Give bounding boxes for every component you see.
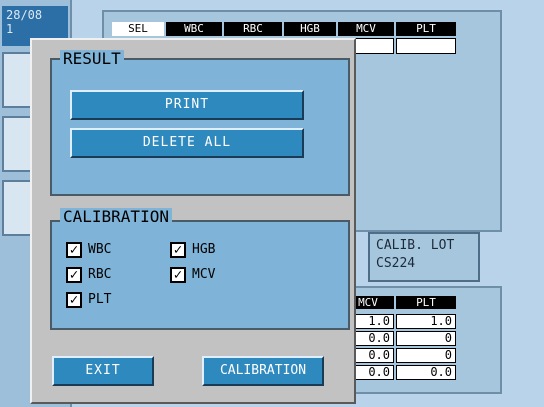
checkmark-icon: ✓	[173, 267, 183, 283]
wbc-checkbox-label: WBC	[88, 242, 112, 257]
mcv-checkbox-label: MCV	[192, 267, 216, 282]
checkmark-icon: ✓	[69, 267, 79, 283]
table-cell: 0	[396, 348, 456, 363]
wbc-checkbox[interactable]: ✓	[66, 242, 82, 258]
calib-lot-value: CS224	[376, 256, 416, 271]
checkmark-icon: ✓	[69, 242, 79, 258]
table-cell: 1.0	[396, 314, 456, 329]
print-button[interactable]: PRINT	[70, 90, 304, 120]
table-header-hgb[interactable]: HGB	[284, 22, 336, 36]
table-header-wbc[interactable]: WBC	[166, 22, 222, 36]
calibration-button[interactable]: CALIBRATION	[202, 356, 324, 386]
hgb-checkbox[interactable]: ✓	[170, 242, 186, 258]
table-header-mcv[interactable]: MCV	[338, 22, 394, 36]
hgb-checkbox-label: HGB	[192, 242, 216, 257]
table-cell	[396, 38, 456, 54]
exit-button[interactable]: EXIT	[52, 356, 154, 386]
table-header-sel[interactable]: SEL	[112, 22, 164, 36]
mcv-checkbox[interactable]: ✓	[170, 267, 186, 283]
table-header-rbc[interactable]: RBC	[224, 22, 282, 36]
calib-lot-box: CALIB. LOT CS224	[368, 232, 480, 282]
summary-header-plt: PLT	[396, 296, 456, 309]
calib-lot-label: CALIB. LOT	[376, 238, 455, 253]
delete-all-button[interactable]: DELETE ALL	[70, 128, 304, 158]
calibration-legend: CALIBRATION	[60, 208, 172, 226]
date-line-2: 1	[6, 22, 14, 36]
table-header-plt[interactable]: PLT	[396, 22, 456, 36]
checkmark-icon: ✓	[173, 242, 183, 258]
plt-checkbox-label: PLT	[88, 292, 112, 307]
rbc-checkbox[interactable]: ✓	[66, 267, 82, 283]
table-cell: 0.0	[396, 365, 456, 380]
result-group	[50, 58, 350, 196]
result-legend: RESULT	[60, 50, 124, 68]
date-line-1: 28/08	[6, 8, 43, 22]
table-cell: 0	[396, 331, 456, 346]
plt-checkbox[interactable]: ✓	[66, 292, 82, 308]
rbc-checkbox-label: RBC	[88, 267, 112, 282]
checkmark-icon: ✓	[69, 292, 79, 308]
